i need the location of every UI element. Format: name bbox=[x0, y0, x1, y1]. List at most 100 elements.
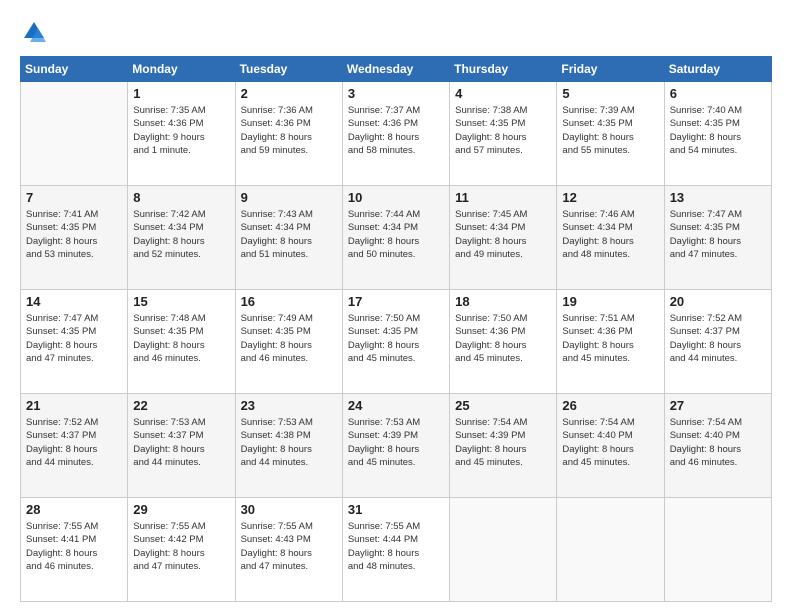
calendar-cell: 13Sunrise: 7:47 AMSunset: 4:35 PMDayligh… bbox=[664, 186, 771, 290]
calendar-cell bbox=[450, 498, 557, 602]
day-info: Sunrise: 7:52 AMSunset: 4:37 PMDaylight:… bbox=[670, 312, 766, 365]
calendar-week-row: 7 Sunrise: 7:41 AMSunset: 4:35 PMDaylight… bbox=[21, 186, 772, 290]
calendar-cell: 10 Sunrise: 7:44 AMSunset: 4:34 PMDayligh… bbox=[342, 186, 449, 290]
calendar-cell: 31Sunrise: 7:55 AMSunset: 4:44 PMDayligh… bbox=[342, 498, 449, 602]
calendar-week-row: 28 Sunrise: 7:55 AMSunset: 4:41 PMDayligh… bbox=[21, 498, 772, 602]
calendar-cell: 1 Sunrise: 7:35 AMSunset: 4:36 PMDaylight… bbox=[128, 82, 235, 186]
day-number: 20 bbox=[670, 294, 766, 309]
calendar-cell: 14 Sunrise: 7:47 AMSunset: 4:35 PMDayligh… bbox=[21, 290, 128, 394]
day-info: Sunrise: 7:45 AMSunset: 4:34 PMDaylight:… bbox=[455, 208, 551, 261]
calendar-week-row: 14 Sunrise: 7:47 AMSunset: 4:35 PMDayligh… bbox=[21, 290, 772, 394]
day-number: 18 bbox=[455, 294, 551, 309]
day-info: Sunrise: 7:48 AMSunset: 4:35 PMDaylight:… bbox=[133, 312, 229, 365]
calendar-cell: 16 Sunrise: 7:49 AMSunset: 4:35 PMDayligh… bbox=[235, 290, 342, 394]
day-info: Sunrise: 7:38 AMSunset: 4:35 PMDaylight:… bbox=[455, 104, 551, 157]
day-number: 13 bbox=[670, 190, 766, 205]
calendar-cell: 25 Sunrise: 7:54 AMSunset: 4:39 PMDayligh… bbox=[450, 394, 557, 498]
day-number: 27 bbox=[670, 398, 766, 413]
day-number: 22 bbox=[133, 398, 229, 413]
day-info: Sunrise: 7:53 AMSunset: 4:37 PMDaylight:… bbox=[133, 416, 229, 469]
day-number: 24 bbox=[348, 398, 444, 413]
day-number: 12 bbox=[562, 190, 658, 205]
calendar-cell: 26 Sunrise: 7:54 AMSunset: 4:40 PMDayligh… bbox=[557, 394, 664, 498]
day-number: 19 bbox=[562, 294, 658, 309]
col-header-sunday: Sunday bbox=[21, 57, 128, 82]
day-info: Sunrise: 7:40 AMSunset: 4:35 PMDaylight:… bbox=[670, 104, 766, 157]
day-number: 14 bbox=[26, 294, 122, 309]
calendar-cell: 24 Sunrise: 7:53 AMSunset: 4:39 PMDayligh… bbox=[342, 394, 449, 498]
calendar-cell: 15 Sunrise: 7:48 AMSunset: 4:35 PMDayligh… bbox=[128, 290, 235, 394]
day-info: Sunrise: 7:52 AMSunset: 4:37 PMDaylight:… bbox=[26, 416, 122, 469]
day-info: Sunrise: 7:55 AMSunset: 4:43 PMDaylight:… bbox=[241, 520, 337, 573]
day-number: 30 bbox=[241, 502, 337, 517]
day-number: 26 bbox=[562, 398, 658, 413]
col-header-wednesday: Wednesday bbox=[342, 57, 449, 82]
day-info: Sunrise: 7:55 AMSunset: 4:41 PMDaylight:… bbox=[26, 520, 122, 573]
calendar-cell: 18 Sunrise: 7:50 AMSunset: 4:36 PMDayligh… bbox=[450, 290, 557, 394]
day-number: 7 bbox=[26, 190, 122, 205]
calendar-cell: 3Sunrise: 7:37 AMSunset: 4:36 PMDaylight… bbox=[342, 82, 449, 186]
day-number: 6 bbox=[670, 86, 766, 101]
col-header-tuesday: Tuesday bbox=[235, 57, 342, 82]
day-number: 1 bbox=[133, 86, 229, 101]
calendar-cell: 6 Sunrise: 7:40 AMSunset: 4:35 PMDaylight… bbox=[664, 82, 771, 186]
day-info: Sunrise: 7:53 AMSunset: 4:39 PMDaylight:… bbox=[348, 416, 444, 469]
day-info: Sunrise: 7:54 AMSunset: 4:40 PMDaylight:… bbox=[670, 416, 766, 469]
calendar-header-row: SundayMondayTuesdayWednesdayThursdayFrid… bbox=[21, 57, 772, 82]
day-number: 9 bbox=[241, 190, 337, 205]
day-info: Sunrise: 7:50 AMSunset: 4:36 PMDaylight:… bbox=[455, 312, 551, 365]
day-number: 15 bbox=[133, 294, 229, 309]
calendar-cell: 11 Sunrise: 7:45 AMSunset: 4:34 PMDayligh… bbox=[450, 186, 557, 290]
day-info: Sunrise: 7:54 AMSunset: 4:39 PMDaylight:… bbox=[455, 416, 551, 469]
calendar-cell bbox=[557, 498, 664, 602]
col-header-monday: Monday bbox=[128, 57, 235, 82]
calendar-cell: 9Sunrise: 7:43 AMSunset: 4:34 PMDaylight… bbox=[235, 186, 342, 290]
calendar-table: SundayMondayTuesdayWednesdayThursdayFrid… bbox=[20, 56, 772, 602]
calendar-cell: 27 Sunrise: 7:54 AMSunset: 4:40 PMDayligh… bbox=[664, 394, 771, 498]
calendar-cell bbox=[664, 498, 771, 602]
day-info: Sunrise: 7:47 AMSunset: 4:35 PMDaylight:… bbox=[26, 312, 122, 365]
day-info: Sunrise: 7:41 AMSunset: 4:35 PMDaylight:… bbox=[26, 208, 122, 261]
calendar-cell: 2Sunrise: 7:36 AMSunset: 4:36 PMDaylight… bbox=[235, 82, 342, 186]
day-number: 23 bbox=[241, 398, 337, 413]
calendar-cell bbox=[21, 82, 128, 186]
logo-icon bbox=[20, 18, 48, 46]
day-info: Sunrise: 7:55 AMSunset: 4:42 PMDaylight:… bbox=[133, 520, 229, 573]
day-info: Sunrise: 7:46 AMSunset: 4:34 PMDaylight:… bbox=[562, 208, 658, 261]
day-number: 29 bbox=[133, 502, 229, 517]
day-number: 25 bbox=[455, 398, 551, 413]
day-info: Sunrise: 7:39 AMSunset: 4:35 PMDaylight:… bbox=[562, 104, 658, 157]
day-info: Sunrise: 7:51 AMSunset: 4:36 PMDaylight:… bbox=[562, 312, 658, 365]
day-number: 28 bbox=[26, 502, 122, 517]
day-number: 11 bbox=[455, 190, 551, 205]
day-info: Sunrise: 7:49 AMSunset: 4:35 PMDaylight:… bbox=[241, 312, 337, 365]
day-info: Sunrise: 7:42 AMSunset: 4:34 PMDaylight:… bbox=[133, 208, 229, 261]
calendar-cell: 4 Sunrise: 7:38 AMSunset: 4:35 PMDaylight… bbox=[450, 82, 557, 186]
day-info: Sunrise: 7:44 AMSunset: 4:34 PMDaylight:… bbox=[348, 208, 444, 261]
day-info: Sunrise: 7:35 AMSunset: 4:36 PMDaylight:… bbox=[133, 104, 229, 157]
col-header-saturday: Saturday bbox=[664, 57, 771, 82]
day-number: 17 bbox=[348, 294, 444, 309]
day-number: 4 bbox=[455, 86, 551, 101]
day-info: Sunrise: 7:37 AMSunset: 4:36 PMDaylight:… bbox=[348, 104, 444, 157]
calendar-cell: 30 Sunrise: 7:55 AMSunset: 4:43 PMDayligh… bbox=[235, 498, 342, 602]
calendar-cell: 29 Sunrise: 7:55 AMSunset: 4:42 PMDayligh… bbox=[128, 498, 235, 602]
header bbox=[20, 18, 772, 46]
calendar-week-row: 21 Sunrise: 7:52 AMSunset: 4:37 PMDayligh… bbox=[21, 394, 772, 498]
day-number: 10 bbox=[348, 190, 444, 205]
day-info: Sunrise: 7:36 AMSunset: 4:36 PMDaylight:… bbox=[241, 104, 337, 157]
day-number: 31 bbox=[348, 502, 444, 517]
calendar-cell: 23Sunrise: 7:53 AMSunset: 4:38 PMDayligh… bbox=[235, 394, 342, 498]
calendar-week-row: 1 Sunrise: 7:35 AMSunset: 4:36 PMDaylight… bbox=[21, 82, 772, 186]
day-number: 21 bbox=[26, 398, 122, 413]
day-number: 16 bbox=[241, 294, 337, 309]
page: SundayMondayTuesdayWednesdayThursdayFrid… bbox=[0, 0, 792, 612]
day-number: 5 bbox=[562, 86, 658, 101]
logo bbox=[20, 18, 52, 46]
day-number: 8 bbox=[133, 190, 229, 205]
col-header-friday: Friday bbox=[557, 57, 664, 82]
calendar-cell: 20 Sunrise: 7:52 AMSunset: 4:37 PMDayligh… bbox=[664, 290, 771, 394]
calendar-cell: 7 Sunrise: 7:41 AMSunset: 4:35 PMDaylight… bbox=[21, 186, 128, 290]
calendar-cell: 5 Sunrise: 7:39 AMSunset: 4:35 PMDaylight… bbox=[557, 82, 664, 186]
day-info: Sunrise: 7:54 AMSunset: 4:40 PMDaylight:… bbox=[562, 416, 658, 469]
